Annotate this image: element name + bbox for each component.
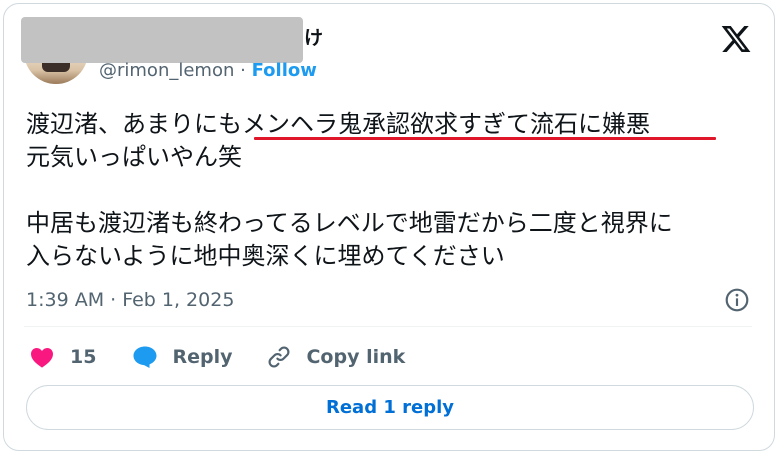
author-handle[interactable]: @rimon_lemon <box>99 60 234 81</box>
read-reply-button[interactable]: Read 1 reply <box>26 385 754 430</box>
tweet-paragraph-2: 中居も渡辺渚も終わってるレベルで地雷だから二度と視界に 入らないように地中奥深く… <box>26 209 673 270</box>
x-logo-icon[interactable] <box>720 23 752 55</box>
redacted-display-name <box>21 17 303 63</box>
speech-bubble-icon <box>133 346 157 368</box>
copy-link-label: Copy link <box>306 346 406 368</box>
handle-separator: · <box>240 60 246 81</box>
reply-button[interactable]: Reply <box>132 345 232 369</box>
heart-icon <box>31 348 53 368</box>
divider <box>24 326 752 327</box>
follow-link[interactable]: Follow <box>252 60 317 81</box>
display-name-tail[interactable]: け <box>304 27 323 49</box>
reply-label: Reply <box>172 346 233 368</box>
info-icon[interactable] <box>724 287 750 313</box>
tweet-blank-line <box>26 174 746 207</box>
like-count: 15 <box>70 346 97 368</box>
tweet-paragraph-1: 渡辺渚、あまりにもメンヘラ鬼承認欲求すぎて流石に嫌悪 元気いっぱいやん笑 <box>26 110 650 171</box>
read-reply-label: Read 1 reply <box>325 397 455 418</box>
link-icon <box>269 346 290 368</box>
tweet-timestamp[interactable]: 1:39 AM · Feb 1, 2025 <box>26 288 234 312</box>
tweet-text: 渡辺渚、あまりにもメンヘラ鬼承認欲求すぎて流石に嫌悪 元気いっぱいやん笑 中居も… <box>26 108 746 273</box>
action-bar: 15 Reply Copy link <box>30 343 405 371</box>
like-button[interactable]: 15 <box>30 346 96 368</box>
copy-link-button[interactable]: Copy link <box>266 344 405 370</box>
author-handle-row: @rimon_lemon · Follow <box>99 60 317 82</box>
highlight-underline <box>254 137 716 140</box>
